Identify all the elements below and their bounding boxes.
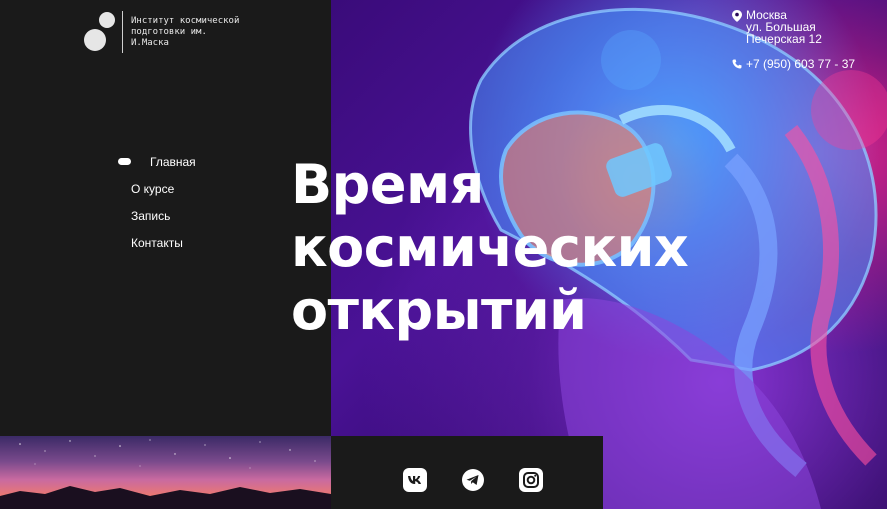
logo-text: Институт космической подготовки им. И.Ма… xyxy=(131,16,240,48)
logo-mark-icon xyxy=(82,11,118,51)
nav-item-home[interactable]: Главная xyxy=(117,148,257,175)
nav-item-label: Главная xyxy=(150,154,196,169)
address-house: Печерская 12 xyxy=(746,32,822,46)
vk-icon xyxy=(403,468,427,492)
nav-item-label: Запись xyxy=(131,208,171,223)
nav-item-signup[interactable]: Запись xyxy=(117,202,257,229)
sky-illustration xyxy=(0,439,331,509)
headline-line: космических xyxy=(291,216,689,279)
headline-line: Время xyxy=(291,153,484,216)
vk-button[interactable] xyxy=(403,468,427,492)
logo-circle-small xyxy=(99,12,115,28)
nav-item-about[interactable]: О курсе xyxy=(117,175,257,202)
logo[interactable]: Институт космической подготовки им. И.Ма… xyxy=(82,11,282,55)
hero-headline: Время космических открытий xyxy=(291,153,761,342)
headline-line: открытий xyxy=(291,279,587,342)
phone-number: +7 (950) 603 77 - 37 xyxy=(746,57,856,71)
social-bar xyxy=(331,436,603,509)
nav-item-contacts[interactable]: Контакты xyxy=(117,229,257,256)
telegram-icon xyxy=(462,469,484,491)
address-block: Москва ул. Большая Печерская 12 xyxy=(732,9,882,45)
map-pin-icon xyxy=(732,10,742,22)
instagram-icon xyxy=(519,468,543,492)
phone-icon xyxy=(732,59,742,69)
telegram-button[interactable] xyxy=(461,468,485,492)
logo-circle-big xyxy=(84,29,106,51)
main-nav: Главная О курсе Запись Контакты xyxy=(117,148,257,256)
night-sky-image xyxy=(0,436,331,509)
logo-divider xyxy=(122,11,123,53)
nav-item-label: Контакты xyxy=(131,235,183,250)
active-indicator-icon xyxy=(118,158,131,165)
nav-item-label: О курсе xyxy=(131,181,175,196)
instagram-button[interactable] xyxy=(519,468,543,492)
phone-link[interactable]: +7 (950) 603 77 - 37 xyxy=(732,58,882,70)
